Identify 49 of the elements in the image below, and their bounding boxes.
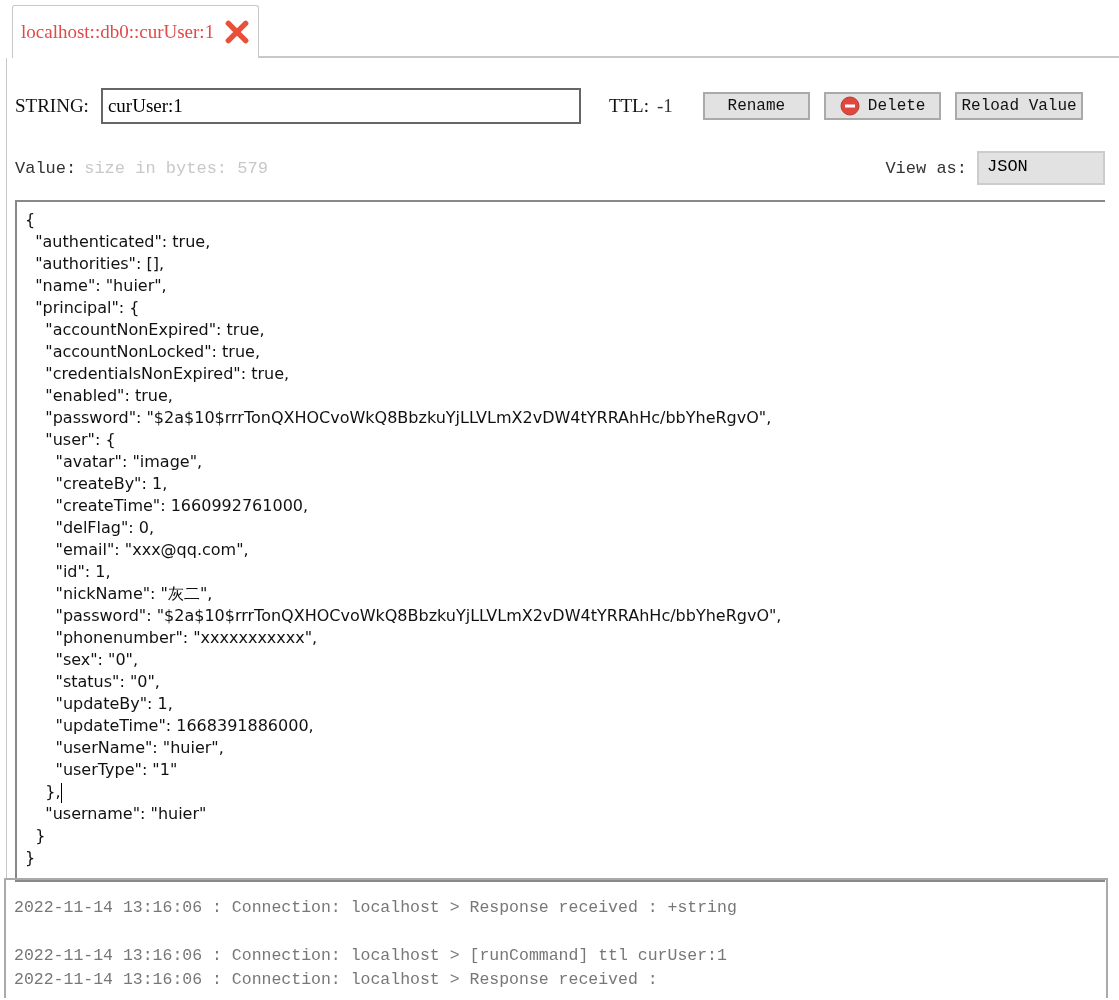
log-line: 2022-11-14 13:16:06 : Connection: localhost > Response received :	[14, 969, 659, 991]
value-label: Value:	[15, 158, 77, 178]
code-line: "delFlag": 0,	[54, 517, 156, 539]
rename-button[interactable]: Rename	[702, 92, 810, 120]
view-as-dropdown[interactable]: JSON	[977, 151, 1105, 185]
code-line: "accountNonLocked": true,	[44, 341, 261, 363]
ttl-value: -1	[657, 95, 673, 117]
close-icon[interactable]	[224, 19, 251, 45]
code-line: "username": "huier"	[44, 803, 208, 825]
code-line: "phonenumber": "xxxxxxxxxxx",	[54, 627, 319, 649]
delete-button[interactable]: Delete	[823, 92, 942, 120]
text-cursor	[60, 782, 62, 803]
code-line: "name": "huier",	[34, 275, 168, 297]
ttl-label: TTL:	[608, 95, 649, 117]
code-line: "authorities": [],	[34, 253, 165, 275]
code-line: "principal": {	[34, 297, 141, 319]
code-line: "email": "xxx@qq.com",	[54, 539, 250, 561]
code-line: "sex": "0",	[54, 649, 140, 671]
reload-button[interactable]: Reload Value	[955, 92, 1083, 120]
code-line: "updateBy": 1,	[54, 693, 174, 715]
key-type-label: STRING:	[15, 95, 89, 117]
code-line: "userType": "1"	[54, 759, 179, 781]
code-line: "userName": "huier",	[54, 737, 225, 759]
delete-icon	[839, 96, 860, 116]
code-line: }	[34, 825, 47, 847]
code-line: "password": "$2a$10$rrrTonQXHOCvoWkQ8BbzkuYjLLVLmX2vDW4tYRRAhHc/bbYheRgvO",	[44, 407, 773, 429]
code-line: "createTime": 1660992761000,	[54, 495, 310, 517]
code-line: },	[44, 781, 63, 803]
code-line: "user": {	[44, 429, 117, 451]
tab-title: localhost::db0::curUser:1	[21, 21, 215, 43]
code-line: "avatar": "image",	[54, 451, 204, 473]
code-line: "updateTime": 1668391886000,	[54, 715, 315, 737]
view-as-label: View as:	[885, 158, 967, 178]
log-line: 2022-11-14 13:16:06 : Connection: localhost > [runCommand] ttl curUser:1	[14, 945, 728, 967]
code-line: "status": "0",	[54, 671, 161, 693]
code-line: "nickName": "灰二",	[54, 583, 214, 605]
code-line: "accountNonExpired": true,	[44, 319, 266, 341]
code-line: }	[25, 847, 37, 869]
code-line: "enabled": true,	[44, 385, 174, 407]
code-line: {	[25, 209, 37, 231]
code-line: "id": 1,	[54, 561, 112, 583]
editor-tab[interactable]: localhost::db0::curUser:1	[12, 5, 260, 58]
code-line: "password": "$2a$10$rrrTonQXHOCvoWkQ8BbzkuYjLLVLmX2vDW4tYRRAhHc/bbYheRgvO",	[54, 605, 783, 627]
code-line: "authenticated": true,	[34, 231, 212, 253]
code-line: "createBy": 1,	[54, 473, 169, 495]
key-name-field[interactable]: curUser:1	[100, 88, 581, 124]
value-editor[interactable]	[15, 200, 1105, 882]
code-line: "credentialsNonExpired": true,	[44, 363, 291, 385]
log-line: 2022-11-14 13:16:06 : Connection: localhost > Response received : +string	[14, 897, 738, 919]
